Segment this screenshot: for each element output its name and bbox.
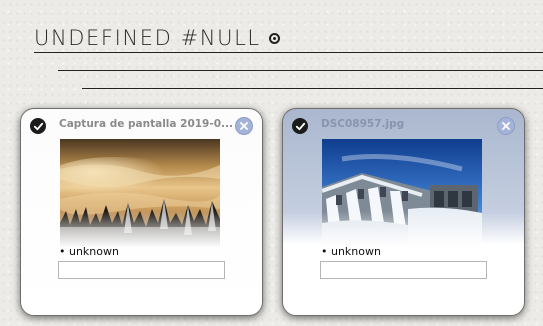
image-thumbnail[interactable] [321, 139, 482, 247]
page-title: UNDEFINED #NULL [34, 26, 261, 50]
close-icon[interactable] [235, 117, 253, 135]
thumbnail-fade [322, 211, 482, 247]
tag-label: • unknown [321, 245, 381, 258]
target-icon[interactable] [268, 32, 280, 44]
thumbnail-fade [60, 211, 220, 247]
checkmark-icon[interactable] [292, 118, 308, 134]
close-icon[interactable] [497, 117, 515, 135]
checkmark-icon[interactable] [30, 118, 46, 134]
file-card-selected[interactable]: DSC08957.jpg • unknown [282, 108, 525, 316]
header-rule-1 [34, 52, 543, 53]
page-header: UNDEFINED #NULL [34, 26, 280, 50]
image-thumbnail[interactable] [45, 139, 220, 247]
tag-input[interactable] [58, 261, 225, 279]
file-name: Captura de pantalla 2019-0... [59, 118, 233, 130]
header-rule-3 [82, 88, 543, 89]
file-name: DSC08957.jpg [321, 118, 405, 130]
tag-label: • unknown [59, 245, 119, 258]
file-card[interactable]: Captura de pantalla 2019-0... • unknown [20, 108, 263, 316]
header-rule-2 [58, 70, 543, 71]
tag-input[interactable] [320, 261, 487, 279]
